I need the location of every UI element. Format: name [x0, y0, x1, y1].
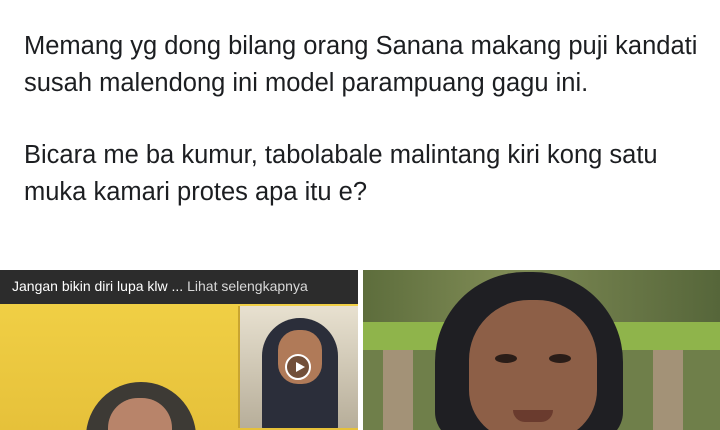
- photo-fence-post: [653, 350, 683, 430]
- video-caption: Jangan bikin diri lupa klw ... Lihat sel…: [12, 278, 352, 294]
- caption-text: Jangan bikin diri lupa klw ...: [12, 278, 188, 294]
- video-caption-bar: Jangan bikin diri lupa klw ... Lihat sel…: [0, 270, 358, 304]
- photo-thumbnail[interactable]: [363, 270, 720, 430]
- photo-person-eye: [495, 354, 517, 363]
- post-text: Memang yg dong bilang orang Sanana makan…: [24, 28, 704, 210]
- post-paragraph-2: Bicara me ba kumur, tabolabale malintang…: [24, 141, 658, 206]
- post-media: Jangan bikin diri lupa klw ... Lihat sel…: [0, 270, 720, 430]
- see-more-link[interactable]: Lihat selengkapnya: [187, 278, 308, 294]
- play-icon[interactable]: [285, 354, 311, 380]
- photo-person-mouth: [513, 410, 553, 422]
- photo-fence-post: [383, 350, 413, 430]
- post-paragraph-1: Memang yg dong bilang orang Sanana makan…: [24, 32, 698, 97]
- photo-person-eye: [549, 354, 571, 363]
- shared-video-thumbnail[interactable]: Jangan bikin diri lupa klw ... Lihat sel…: [0, 270, 358, 430]
